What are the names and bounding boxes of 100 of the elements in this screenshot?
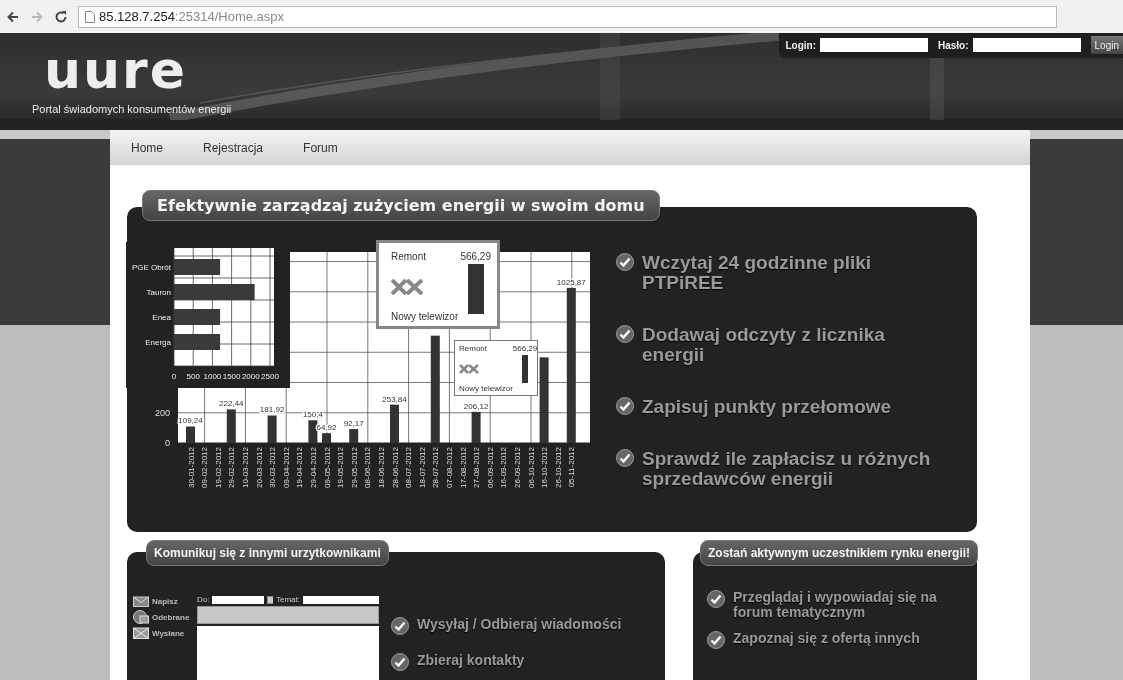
check-icon [616, 253, 634, 271]
date-label: 19-04-2012 [295, 447, 305, 488]
zoomed-bar [467, 264, 484, 314]
tick-label: 1000 [203, 372, 222, 381]
check-icon [707, 631, 725, 650]
value-label: 181,92 [259, 405, 285, 415]
value-label: 150,4 [302, 410, 323, 420]
date-label: 29-04-2012 [308, 447, 318, 488]
feature-text: Zapisuj punkty przełomowe [642, 396, 892, 417]
feature-text: Wczytaj 24 godzinne pliki PTPiREE [642, 253, 873, 293]
date-label: 08-07-2012 [404, 447, 414, 488]
feature-text: Przeglądaj i wypowiadaj się na forum tematycznym [733, 590, 938, 620]
zoomed-bar [522, 355, 529, 383]
nav-link[interactable]: Forum [303, 140, 338, 155]
subject-label: Temat: [276, 595, 300, 604]
subject-field[interactable] [303, 595, 379, 604]
date-label: 29-02-2012 [227, 447, 237, 488]
date-label: 10-03-2012 [240, 447, 250, 488]
message-field[interactable] [197, 626, 379, 680]
date-label: 30-03-2012 [268, 447, 278, 488]
category-label: Energa [145, 338, 171, 347]
value-label: 92,17 [343, 419, 364, 429]
tooltip-title: Remont [459, 344, 487, 353]
value-label: 1025,87 [556, 277, 586, 287]
password-field[interactable] [972, 38, 1081, 52]
date-label: 19-05-2012 [336, 447, 346, 488]
date-label: 28-07-2012 [431, 447, 441, 488]
back-icon[interactable] [6, 9, 20, 24]
feature-text: Dodawaj odczyty z licznika energii [642, 324, 886, 365]
date-label: 28-06-2012 [390, 447, 400, 488]
date-label: 09-04-2012 [281, 447, 291, 488]
panel-title: Komunikuj się z innymi urzytkownikami [146, 540, 389, 566]
to-label: Do: [197, 595, 210, 604]
category-label: Enea [152, 313, 171, 322]
bar [226, 409, 236, 443]
to-field[interactable] [212, 595, 265, 604]
nav-link[interactable]: Home [131, 140, 163, 155]
date-label: 26-09-2012 [512, 447, 522, 488]
date-label: 26-10-2012 [553, 447, 563, 488]
date-label: 16-09-2012 [499, 447, 509, 488]
value-label: 206,12 [463, 401, 489, 411]
category-label: Tauron [146, 288, 171, 297]
tooltip-value: 566,29 [512, 344, 538, 353]
page-icon [85, 10, 95, 23]
address-book-icon[interactable] [267, 595, 273, 604]
value-label: 222,44 [219, 399, 244, 409]
value-label: 253,84 [382, 394, 407, 404]
tooltip-value: 566,29 [460, 251, 491, 262]
login-field[interactable] [819, 38, 928, 52]
date-label: 06-09-2012 [485, 447, 495, 488]
folder-link[interactable]: Napisz [133, 595, 191, 607]
folder-link[interactable]: Odebrane [133, 610, 191, 624]
date-label: 27-08-2012 [472, 447, 482, 488]
tick-label: 500 [186, 372, 200, 381]
check-icon [391, 653, 409, 671]
date-label: 06-10-2012 [526, 447, 536, 488]
tooltip-note: Nowy telewizor [459, 384, 513, 393]
panel-title: Efektywnie zarządzaj zużyciem energii w swoim domu [142, 190, 660, 221]
date-label: 09-02-2012 [200, 447, 210, 488]
category-label: PGE Obrót [131, 263, 171, 272]
url-host: 85.128.7.254 [99, 9, 175, 24]
date-label: 17-08-2012 [458, 447, 468, 488]
feature-text: Zbieraj kontakty [417, 653, 525, 668]
check-icon [391, 617, 409, 635]
address-bar[interactable]: 85.128.7.254:25314/Home.aspx [78, 5, 1057, 28]
check-icon [616, 324, 634, 343]
value-label: 64,92 [316, 423, 337, 433]
folder-link[interactable]: Wysłane [133, 627, 191, 639]
login-label: Login: [785, 39, 816, 51]
site-tagline: Portal świadomych konsumentów energii [32, 103, 232, 115]
login-button[interactable]: Login [1090, 36, 1123, 54]
date-label: 18-06-2012 [376, 447, 386, 488]
date-label: 09-05-2012 [322, 447, 332, 488]
nav-link[interactable]: Rejestracja [203, 140, 264, 155]
feature-text: Sprawdź ile zapłacisz u różnych sprzedawców energii [642, 448, 932, 489]
reload-icon[interactable] [54, 9, 68, 24]
tick-label: 2000 [241, 372, 260, 381]
envelope-icon [133, 627, 149, 639]
panel-title: Zostań aktywnym uczestnikiem rynku energii! [700, 540, 979, 566]
date-label: 20-03-2012 [254, 447, 264, 488]
cross-marks-icon [459, 363, 479, 374]
bar [471, 411, 481, 443]
site-logo[interactable]: uure [44, 47, 187, 93]
bar [390, 404, 399, 443]
tooltip-note: Nowy telewizor [391, 311, 459, 322]
date-label: 19-02-2012 [213, 447, 223, 488]
bar [322, 433, 331, 443]
tick-label: 200 [154, 407, 170, 418]
date-label: 30-01-2012 [186, 447, 196, 488]
url-path: :25314/Home.aspx [174, 9, 285, 24]
bar [267, 415, 277, 443]
date-label: 05-11-2012 [567, 447, 577, 488]
check-icon [616, 396, 634, 415]
date-label: 16-10-2012 [540, 447, 550, 488]
password-label: Hasło: [937, 39, 969, 51]
tick-label: 2500 [261, 372, 279, 381]
check-icon [707, 590, 725, 608]
value-label: 109,24 [178, 416, 203, 426]
cross-marks-icon [391, 278, 423, 295]
check-icon [616, 448, 634, 467]
